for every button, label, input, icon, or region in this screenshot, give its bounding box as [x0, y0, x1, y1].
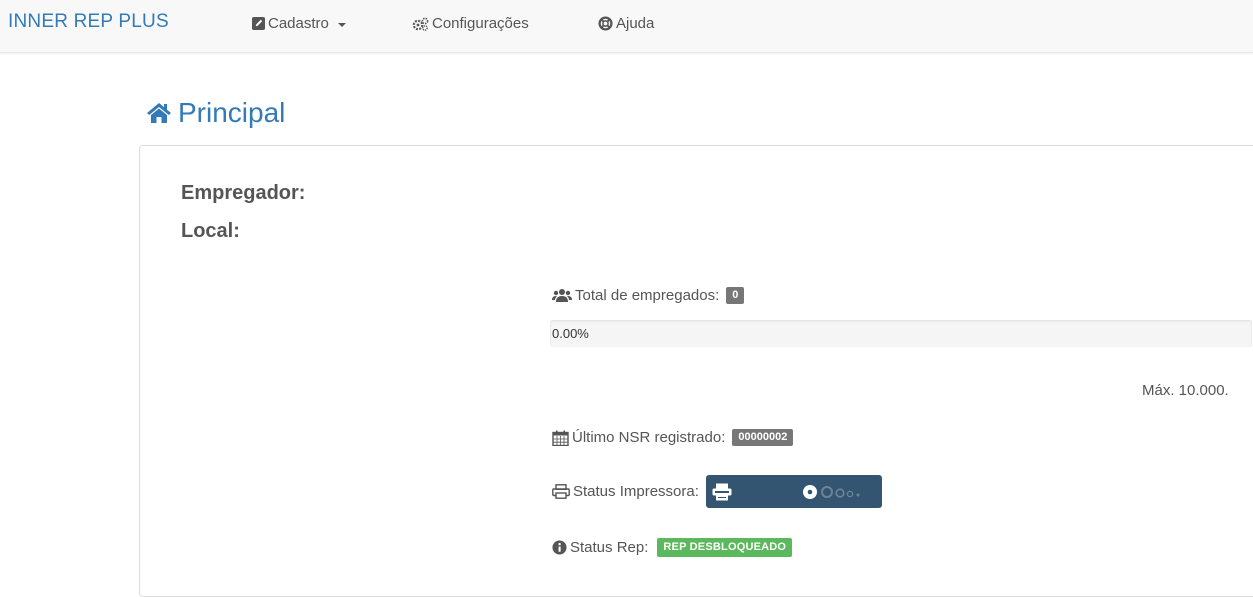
status-impressora-label: Status Impressora: — [573, 483, 699, 500]
ultimo-nsr-row: Último NSR registrado: 00000002 — [552, 429, 794, 446]
total-empregados-label: Total de empregados: — [575, 287, 720, 304]
empregador-label: Empregador: — [181, 182, 306, 204]
home-icon — [147, 103, 171, 123]
nav-cadastro-label: Cadastro — [268, 15, 329, 32]
page-title-text: Principal — [178, 97, 286, 128]
ultimo-nsr-label: Último NSR registrado: — [572, 429, 726, 446]
brand-link[interactable]: INNER REP PLUS — [8, 11, 169, 33]
paper-roll-indicator — [802, 484, 876, 500]
total-empregados-row: Total de empregados: 0 — [552, 287, 745, 304]
employees-progress-bar: 0.00% — [550, 320, 1252, 347]
chevron-down-icon — [337, 22, 346, 27]
info-circle-icon — [552, 540, 567, 555]
status-rep-badge: REP DESBLOQUEADO — [657, 538, 793, 557]
max-capacity-text: Máx. 10.000. — [1142, 382, 1229, 399]
printer-paper-icon — [712, 483, 732, 500]
nav-ajuda[interactable]: Ajuda — [598, 15, 654, 32]
calendar-icon — [552, 430, 569, 446]
nav-cadastro[interactable]: Cadastro — [252, 15, 346, 32]
page-title: Principal — [146, 97, 285, 129]
printer-icon — [552, 484, 570, 499]
total-empregados-badge: 0 — [726, 287, 745, 304]
lifebuoy-icon — [598, 16, 613, 31]
nav-ajuda-label: Ajuda — [616, 15, 655, 32]
nav-configuracoes-label: Configurações — [432, 15, 529, 32]
printer-status-indicator — [705, 475, 882, 508]
status-rep-row: Status Rep: REP DESBLOQUEADO — [552, 538, 793, 557]
users-icon — [552, 289, 572, 302]
paper-roll-icon — [802, 484, 860, 499]
gears-icon — [412, 17, 429, 31]
status-impressora-row: Status Impressora: — [552, 475, 882, 508]
edit-icon — [252, 17, 265, 30]
ultimo-nsr-badge: 00000002 — [732, 429, 794, 446]
status-rep-label: Status Rep: — [570, 539, 649, 556]
progress-text: 0.00% — [552, 326, 589, 341]
main-panel — [139, 145, 1253, 597]
nav-configuracoes[interactable]: Configurações — [412, 15, 529, 32]
navbar: INNER REP PLUS Cadastro Configurações Aj… — [0, 0, 1253, 53]
local-label: Local: — [181, 220, 240, 242]
